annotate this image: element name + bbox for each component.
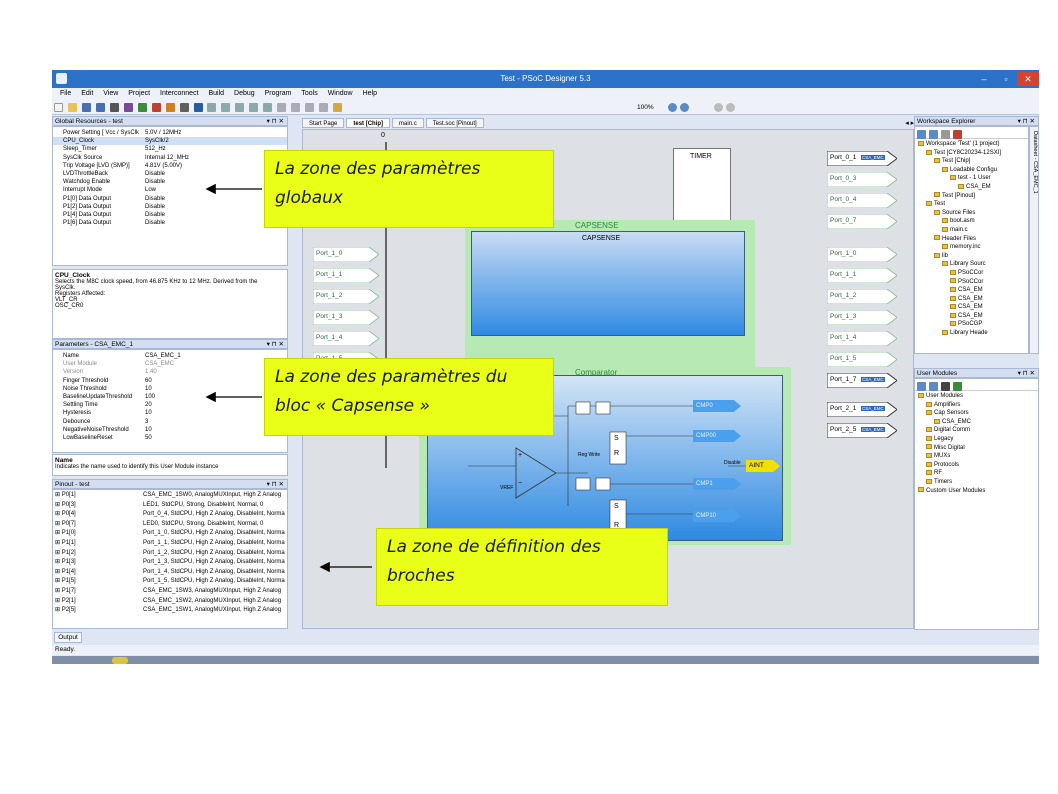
callout-arrows <box>205 183 372 573</box>
